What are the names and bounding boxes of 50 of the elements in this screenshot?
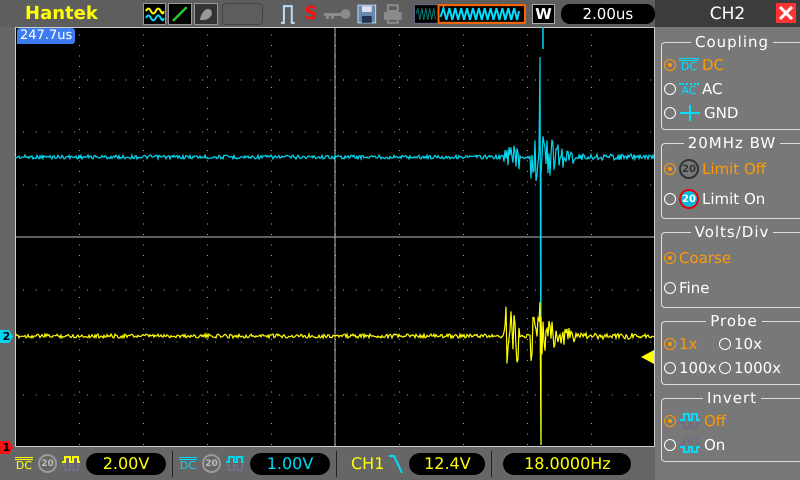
option-label[interactable]: 10x [734,335,762,353]
volts-per-div-readout: 1.00V [250,452,330,474]
empty-slot [222,2,263,24]
square-wave-icon [225,454,245,472]
option-label[interactable]: Limit On [702,190,766,208]
section-title: 20MHz BW [686,134,778,152]
option-label[interactable]: On [704,436,726,454]
radio-button[interactable] [664,415,676,427]
trigger-position-label: 247.7us [17,28,76,44]
panel-title: CH2 [710,4,746,24]
coupling-indicator: DC [15,456,33,470]
trigger-position-line [542,27,544,49]
section-title: Invert [706,389,758,407]
trigger-level-readout: 12.4V [409,452,486,474]
radio-button[interactable] [664,252,676,264]
brand-logo: Hantek [25,3,99,24]
option-label[interactable]: Fine [679,279,710,297]
bandwidth-limit-icon: 20 [679,189,699,209]
inverted-wave-icon [679,436,701,454]
bandwidth-limit-icon: 20 [679,159,699,179]
option-label[interactable]: 100x [679,359,717,377]
timebase-readout: 2.00us [560,4,655,24]
section-title: Volts/Div [694,223,770,241]
ground-icon [679,104,701,122]
radio-button[interactable] [664,338,676,350]
channel-marker[interactable]: 1 [0,441,13,454]
save-icon[interactable] [356,4,377,24]
section-title: Probe [709,312,759,330]
square-wave-icon [679,412,701,430]
square-wave-icon [61,454,81,472]
radio-button[interactable] [664,163,676,175]
option-label[interactable]: GND [704,104,738,122]
trigger-source: CH1 [351,454,384,473]
bandwidth-limit-icon: 20 [202,454,221,473]
channel-marker[interactable]: 2 [0,330,13,343]
close-icon[interactable] [776,3,796,23]
rising-edge-icon [388,452,404,474]
volts-per-div-readout: 2.00V [86,452,166,474]
waveform-overview-icon[interactable] [414,4,526,24]
frequency-readout: 18.0000Hz [503,452,632,474]
radio-button[interactable] [664,59,676,71]
coupling-indicator: DC [179,456,197,470]
dual-wave-icon[interactable] [142,2,166,24]
zoom-button[interactable]: W [532,4,555,24]
persistence-icon[interactable] [194,2,218,24]
bandwidth-limit-icon: 20 [38,454,57,473]
option-label[interactable]: AC [702,80,722,98]
trigger-status: S [304,3,318,24]
section-title: Coupling [694,33,770,51]
option-label[interactable]: 1000x [734,359,782,377]
